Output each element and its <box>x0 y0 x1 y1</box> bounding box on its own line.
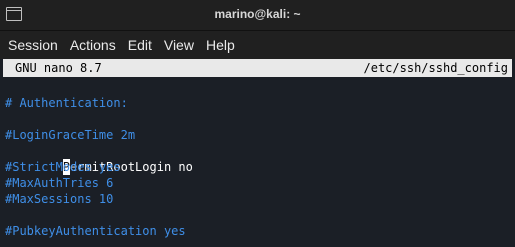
line-logingracetime[interactable]: #LoginGraceTime 2m <box>5 127 515 143</box>
menu-bar: Session Actions Edit View Help <box>0 31 515 59</box>
line-blank-1[interactable] <box>5 79 515 95</box>
menu-session[interactable]: Session <box>8 37 58 53</box>
terminal-window: marino@kali: ~ Session Actions Edit View… <box>0 0 515 247</box>
nano-version: GNU nano 8.7 <box>15 61 102 75</box>
line-strictmodes[interactable]: #StrictModes yes <box>5 159 515 175</box>
line-permitrootlogin[interactable]: PermitRootLogin no <box>5 143 515 175</box>
menu-edit[interactable]: Edit <box>128 37 152 53</box>
file-lines[interactable]: # Authentication: #LoginGraceTime 2m Per… <box>0 77 515 239</box>
line-pubkeyauth[interactable]: #PubkeyAuthentication yes <box>5 223 515 239</box>
line-blank-2[interactable] <box>5 111 515 127</box>
line-maxsessions[interactable]: #MaxSessions 10 <box>5 191 515 207</box>
line-maxauthtries[interactable]: #MaxAuthTries 6 <box>5 175 515 191</box>
nano-filename: /etc/ssh/sshd_config <box>363 61 509 75</box>
line-auth-comment[interactable]: # Authentication: <box>5 95 515 111</box>
title-bar: marino@kali: ~ <box>0 0 515 31</box>
menu-view[interactable]: View <box>164 37 194 53</box>
menu-help[interactable]: Help <box>206 37 235 53</box>
line-blank-3[interactable] <box>5 207 515 223</box>
terminal-content[interactable]: GNU nano 8.7 /etc/ssh/sshd_config # Auth… <box>0 59 515 239</box>
window-title: marino@kali: ~ <box>214 7 301 21</box>
menu-actions[interactable]: Actions <box>70 37 116 53</box>
nano-header: GNU nano 8.7 /etc/ssh/sshd_config <box>3 59 512 77</box>
